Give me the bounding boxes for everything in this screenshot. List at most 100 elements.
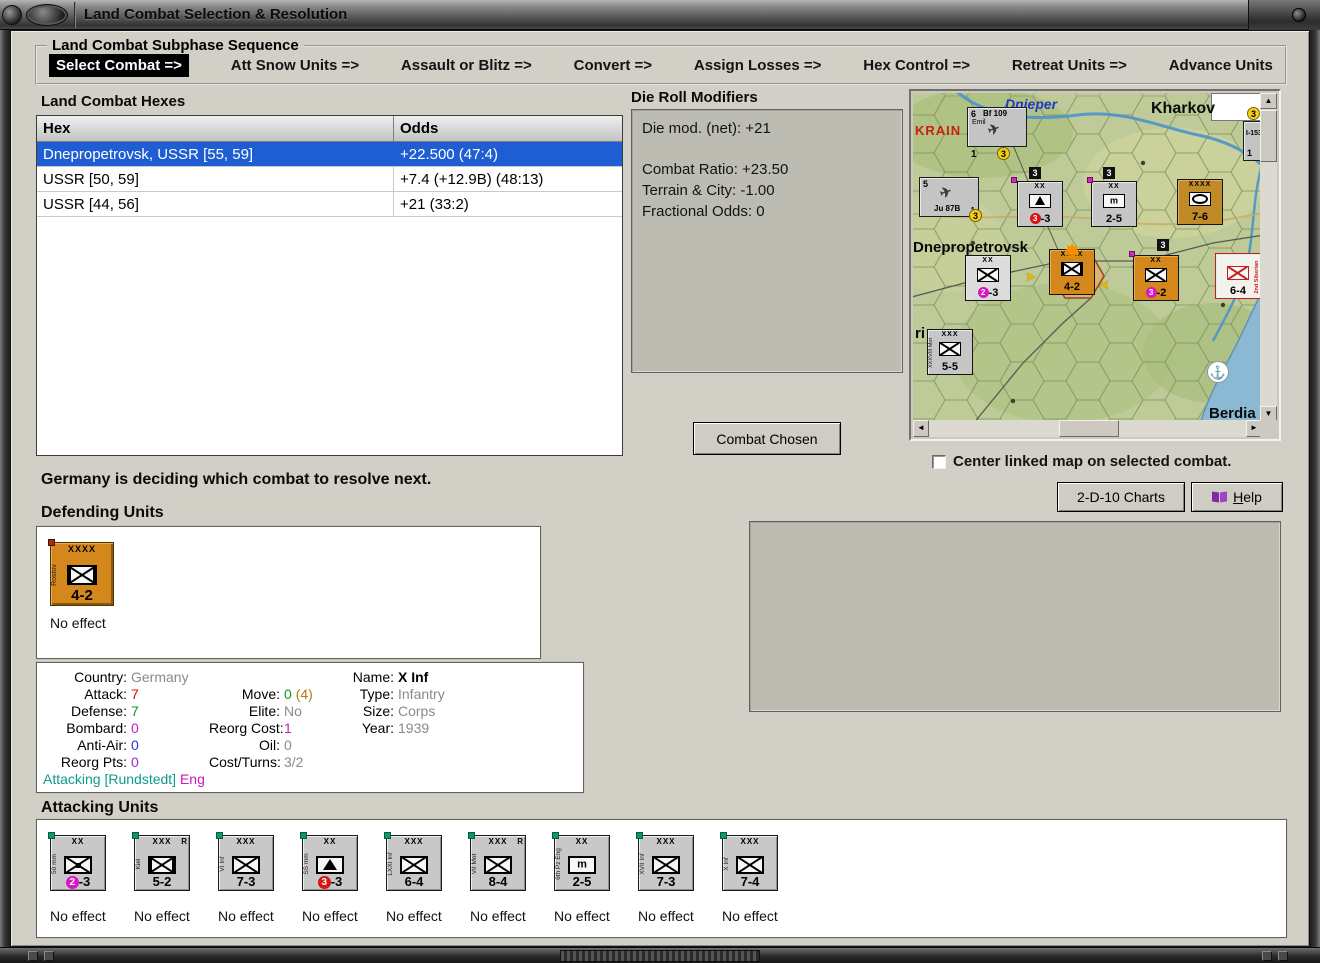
unit-owner-footer: Attacking [Rundstedt] Eng: [43, 771, 205, 787]
map-unit[interactable]: XX 2-5: [1091, 181, 1137, 227]
air-marker: 1: [971, 149, 977, 160]
attacking-unit-counter[interactable]: XX 6th Pz Eng 2-5: [554, 835, 610, 891]
combat-ratio: Combat Ratio: +23.50: [642, 161, 789, 178]
unit-size: XX: [1034, 183, 1046, 190]
hex-cell: Dnepropetrovsk, USSR [55, 59]: [37, 142, 394, 166]
table-row[interactable]: USSR [44, 56] +21 (33:2): [37, 192, 622, 217]
infantry-symbol-icon: [1145, 268, 1167, 282]
die-mod-net: Die mod. (net): +21: [642, 120, 771, 137]
scroll-up-button[interactable]: ▲: [1260, 93, 1277, 109]
unit-size: XX: [575, 837, 589, 846]
anti-air-value: 0: [131, 737, 139, 753]
step-assign-losses: Assign Losses =>: [693, 56, 822, 74]
map-unit[interactable]: XX 3 -2: [1133, 255, 1179, 301]
map-unit[interactable]: XXXX 7-6: [1177, 179, 1223, 225]
unit-effect-label: No effect: [50, 615, 106, 631]
table-row[interactable]: USSR [50, 59] +7.4 (+12.9B) (48:13): [37, 167, 622, 192]
window-frame-left: [0, 30, 10, 947]
secondary-info-panel: [749, 521, 1281, 712]
attacking-unit-counter[interactable]: XXX R Kiel 5-2: [134, 835, 190, 891]
unit-size: XXXX: [1188, 181, 1212, 188]
defending-units-panel: XXXX Rostov 4-2 No effect: [36, 526, 541, 659]
map-viewport[interactable]: Dnieper Kharkov KRAIN Dnepropetrovsk ri …: [913, 93, 1262, 422]
attacking-unit-counter[interactable]: XXX X Inf 7-4: [722, 835, 778, 891]
air-subname: Emil: [972, 119, 986, 126]
reorg-cost-value: 1: [284, 720, 292, 736]
map-unit[interactable]: XX 3 -3: [1017, 181, 1063, 227]
move-label: Move:: [241, 686, 280, 702]
attacking-unit-counter[interactable]: XXX R VII Mot 8-4: [470, 835, 526, 891]
attacking-unit-counter[interactable]: XX SS mm 3 -3: [302, 835, 358, 891]
size-value: Corps: [398, 703, 436, 719]
map-air-unit-bf109[interactable]: 6 Bf 109 Emil ✈: [967, 107, 1027, 147]
center-map-option[interactable]: Center linked map on selected combat.: [932, 453, 1231, 470]
country-label: Country:: [74, 669, 127, 685]
unit-strength: 7-3: [236, 874, 256, 889]
map-unit-defender[interactable]: ✸ XXXX 4-2: [1049, 241, 1095, 295]
attack-arrow-icon: ➤: [1025, 269, 1036, 284]
city-label-kharkov: Kharkov: [1151, 100, 1216, 117]
attacking-unit-counter[interactable]: XX 50 mm 2 -3: [50, 835, 106, 891]
map-vertical-scrollbar[interactable]: ▲ ▼: [1260, 93, 1277, 422]
attack-arrow-icon: ➤: [1099, 277, 1110, 292]
linked-map-panel: Dnieper Kharkov KRAIN Dnepropetrovsk ri …: [909, 89, 1281, 441]
unit-strength: 7-4: [740, 874, 760, 889]
air-count: 5: [923, 179, 929, 189]
unit-strength: 7-3: [656, 874, 676, 889]
vertical-scroll-thumb[interactable]: [1260, 110, 1277, 162]
scroll-left-button[interactable]: ◄: [913, 420, 929, 437]
elite-label: Elite:: [248, 703, 280, 719]
control-badge: 3: [1247, 107, 1260, 120]
mountain-symbol-icon: [316, 856, 344, 874]
charts-button[interactable]: 2-D-10 Charts: [1057, 482, 1185, 512]
reorg-pts-label: Reorg Pts:: [60, 754, 127, 770]
cost-turns-label: Cost/Turns:: [209, 754, 281, 770]
attacking-unit-counter[interactable]: XXX VI Inf 7-3: [218, 835, 274, 891]
step-assault-or-blitz: Assault or Blitz =>: [400, 56, 532, 74]
column-header-odds: Odds: [400, 120, 439, 137]
unit-effect-label: No effect: [50, 908, 106, 924]
mountain-symbol-icon: [1029, 194, 1051, 208]
unit-strength: 5-2: [152, 874, 172, 889]
name-label: Name:: [352, 669, 394, 685]
title-bar[interactable]: Land Combat Selection & Resolution: [0, 0, 1320, 30]
unit-status-dot: [300, 832, 307, 839]
port-anchor-icon: ⚓: [1207, 361, 1229, 383]
help-button[interactable]: Help: [1191, 482, 1283, 512]
map-unit[interactable]: 2nd Siberian 6-4: [1215, 253, 1261, 299]
defending-unit-counter[interactable]: XXXX Rostov 4-2: [50, 542, 114, 606]
combat-chosen-button[interactable]: Combat Chosen: [693, 422, 841, 455]
application-window: Land Combat Selection & Resolution Land …: [0, 0, 1320, 963]
bombard-value: 0: [131, 720, 139, 736]
dialog-content: Land Combat Subphase Sequence Select Com…: [10, 30, 1310, 947]
attacking-unit-counter[interactable]: XXX XVII Inf 7-3: [638, 835, 694, 891]
unit-details-panel: Country: Germany Name: X Inf Attack: 7 M…: [36, 662, 584, 793]
unit-status-dot: [48, 539, 55, 546]
engineer-symbol-icon: [568, 856, 596, 874]
attacking-unit-counter[interactable]: XXX LXXI Inf 6-4: [386, 835, 442, 891]
table-row[interactable]: Dnepropetrovsk, USSR [55, 59] +22.500 (4…: [37, 142, 622, 167]
air-count: 6: [971, 109, 977, 119]
unit-strength: 8-4: [488, 874, 508, 889]
unit-status-dot: [384, 832, 391, 839]
scroll-right-icon: ►: [1250, 423, 1258, 432]
frame-rivet-icon: [44, 951, 54, 961]
combat-chosen-label: Combat Chosen: [716, 430, 818, 447]
attacking-units-panel: XX 50 mm 2 -3 No effect XXX R Kiel 5-2 No…: [36, 819, 1287, 938]
frame-rivet-icon: [1278, 951, 1288, 961]
map-unit[interactable]: XX 2 -3: [965, 255, 1011, 301]
map-unit[interactable]: XXX XXXVIII Mot 5-5: [927, 329, 973, 375]
horizontal-scroll-thumb[interactable]: [1059, 420, 1119, 437]
map-horizontal-scrollbar[interactable]: ◄ ►: [913, 420, 1262, 437]
unit-strength: 2-5: [572, 874, 592, 889]
bombard-label: Bombard:: [66, 720, 127, 736]
unit-status-dot: [468, 832, 475, 839]
air-marker: 1: [1247, 148, 1253, 158]
center-map-checkbox[interactable]: [932, 454, 946, 469]
window-title: Land Combat Selection & Resolution: [84, 6, 348, 23]
window-frame-right: [1310, 30, 1320, 947]
charts-button-label: 2-D-10 Charts: [1077, 489, 1165, 505]
unit-size: XXX: [236, 837, 256, 846]
unit-strength: 4-2: [1064, 281, 1080, 293]
unit-size: XXX: [656, 837, 676, 846]
